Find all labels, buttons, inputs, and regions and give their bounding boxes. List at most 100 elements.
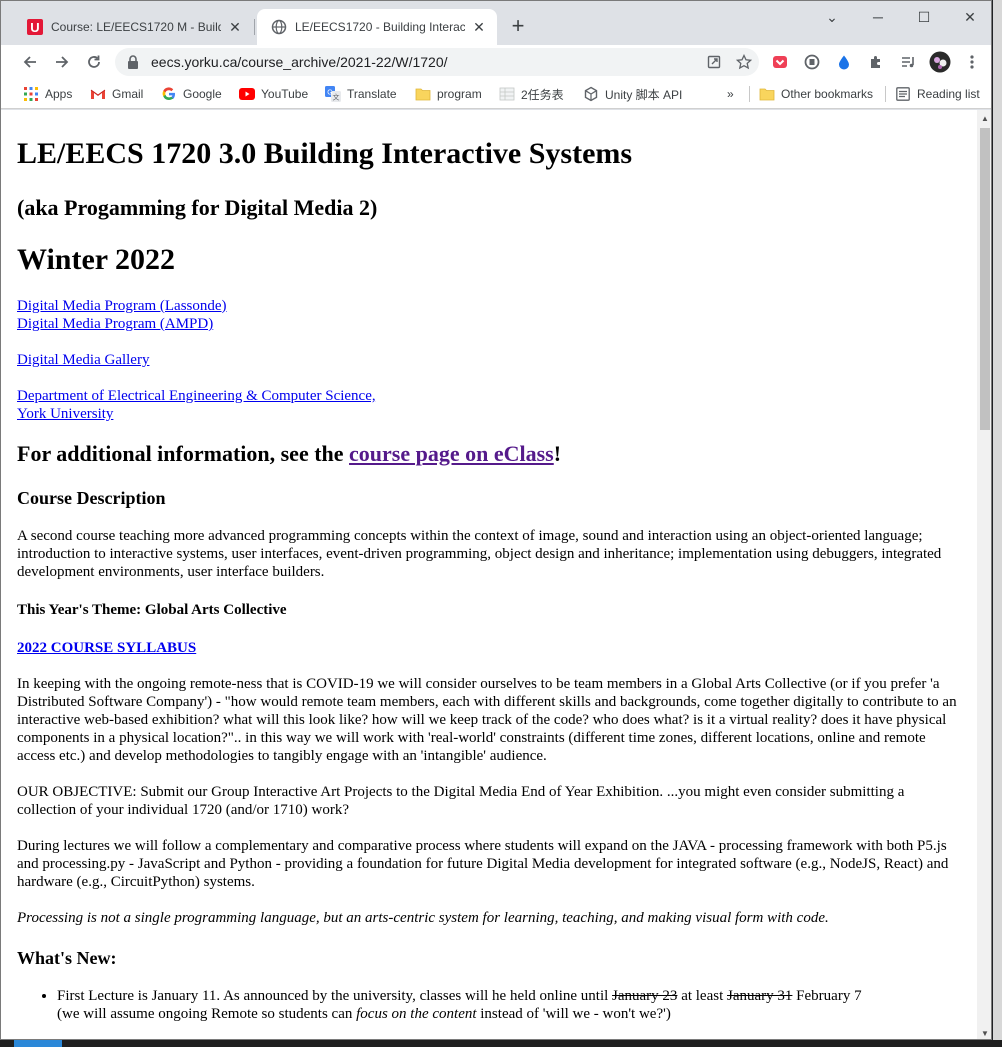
- link-dm-ampd[interactable]: Digital Media Program (AMPD): [17, 316, 213, 332]
- scroll-down-arrow-icon[interactable]: ▼: [977, 1025, 991, 1039]
- folder-icon: [415, 86, 431, 102]
- link-eecs-dept[interactable]: Department of Electrical Engineering & C…: [17, 388, 376, 422]
- bookmark-label: Other bookmarks: [781, 87, 874, 101]
- page-viewport: LE/EECS 1720 3.0 Building Interactive Sy…: [1, 110, 977, 1039]
- term-heading: Winter 2022: [17, 243, 176, 276]
- globe-icon: [271, 19, 287, 35]
- kebab-menu-icon[interactable]: [961, 51, 983, 73]
- bookmark-label: Translate: [347, 87, 397, 101]
- tab-eecs1720[interactable]: LE/EECS1720 - Building Interactiv ✕: [257, 9, 497, 45]
- bookmark-translate[interactable]: G文 Translate: [325, 85, 397, 103]
- folder-icon: [759, 86, 775, 102]
- tab-search-icon[interactable]: ⌄: [809, 5, 855, 29]
- close-tab-icon[interactable]: ✕: [227, 19, 243, 35]
- page-scrollbar[interactable]: ▲ ▼: [977, 110, 991, 1039]
- gmail-icon: [90, 86, 106, 102]
- extensions-puzzle-icon[interactable]: [865, 51, 887, 73]
- taskbar-app-icon[interactable]: [14, 1040, 62, 1047]
- syllabus-link-group: 2022 COURSE SYLLABUS: [17, 639, 961, 657]
- bookmark-label: Apps: [45, 87, 73, 101]
- bookmark-program[interactable]: program: [415, 85, 482, 103]
- processing-quote: Processing is not a single programming l…: [17, 910, 829, 926]
- page-title: LE/EECS 1720 3.0 Building Interactive Sy…: [17, 137, 633, 170]
- reload-icon[interactable]: [81, 49, 107, 75]
- bookmark-label: program: [437, 87, 482, 101]
- maximize-button[interactable]: ☐: [901, 5, 947, 29]
- bookmark-google[interactable]: Google: [161, 85, 222, 103]
- lock-icon[interactable]: [127, 55, 143, 69]
- sheet-icon: [499, 86, 515, 102]
- address-bar[interactable]: eecs.yorku.ca/course_archive/2021-22/W/1…: [115, 48, 759, 76]
- bookmark-star-icon[interactable]: [729, 54, 759, 70]
- bookmark-label: Gmail: [112, 87, 144, 101]
- reading-list-icon: [895, 86, 911, 102]
- paragraph-objective: OUR OBJECTIVE: Submit our Group Interact…: [17, 784, 905, 818]
- media-queue-icon[interactable]: [897, 51, 919, 73]
- pocket-extension-icon[interactable]: [769, 51, 791, 73]
- bookmark-label: Unity 脚本 API: [605, 87, 683, 102]
- bookmark-apps[interactable]: Apps: [23, 85, 72, 103]
- back-arrow-icon[interactable]: [17, 49, 43, 75]
- scroll-up-arrow-icon[interactable]: ▲: [977, 110, 991, 126]
- extension-circle-icon[interactable]: [801, 51, 823, 73]
- paragraph-remote-collective: In keeping with the ongoing remote-ness …: [17, 676, 957, 764]
- close-tab-icon[interactable]: ✕: [471, 19, 487, 35]
- share-icon[interactable]: [699, 55, 729, 69]
- tab-eclass-course[interactable]: U Course: LE/EECS1720 M - Building ✕: [13, 9, 253, 45]
- new-tab-button[interactable]: +: [506, 15, 530, 39]
- bookmark-reading-list[interactable]: Reading list: [895, 85, 980, 103]
- minimize-button[interactable]: ─: [855, 5, 901, 29]
- translate-icon: G文: [325, 86, 341, 102]
- struck-date: January 23: [612, 988, 678, 1004]
- theme-heading: This Year's Theme: Global Arts Collectiv…: [17, 602, 287, 618]
- bookmark-other-bookmarks[interactable]: Other bookmarks: [759, 85, 873, 103]
- bookmark-label: 2任务表: [521, 87, 564, 102]
- url-text[interactable]: eecs.yorku.ca/course_archive/2021-22/W/1…: [151, 54, 699, 70]
- browser-toolbar: eecs.yorku.ca/course_archive/2021-22/W/1…: [1, 45, 991, 79]
- apps-grid-icon: [23, 86, 39, 102]
- bookmark-task-sheet[interactable]: 2任务表: [499, 85, 564, 103]
- info-suffix: !: [553, 441, 562, 466]
- bookmarks-overflow-button[interactable]: »: [727, 85, 734, 103]
- bookmark-label: Reading list: [917, 87, 980, 101]
- dept-link-line2: York University: [17, 406, 114, 422]
- course-description-text: A second course teaching more advanced p…: [17, 528, 942, 580]
- news-text: February 7: [792, 988, 862, 1004]
- dept-link-line1: Department of Electrical Engineering & C…: [17, 388, 376, 404]
- scrollbar-thumb[interactable]: [980, 128, 990, 430]
- additional-info-heading: For additional information, see the cour…: [17, 441, 961, 467]
- desktop-background: [993, 0, 1002, 1040]
- tab-title: Course: LE/EECS1720 M - Building: [51, 20, 221, 34]
- news-text: instead of 'will we - won't we?'): [476, 1006, 671, 1022]
- paragraph-lectures: During lectures we will follow a complem…: [17, 838, 949, 890]
- dept-link-group: Department of Electrical Engineering & C…: [17, 387, 961, 423]
- gallery-link-group: Digital Media Gallery: [17, 351, 961, 369]
- page-subtitle: (aka Progamming for Digital Media 2): [17, 195, 378, 220]
- link-dm-gallery[interactable]: Digital Media Gallery: [17, 352, 149, 368]
- profile-avatar[interactable]: [929, 51, 951, 73]
- link-dm-lassonde[interactable]: Digital Media Program (Lassonde): [17, 298, 227, 314]
- news-text: (we will assume ongoing Remote so studen…: [57, 1006, 357, 1022]
- link-eclass-course-page[interactable]: course page on eClass: [349, 441, 554, 466]
- bookmark-label: Google: [183, 87, 222, 101]
- water-drop-extension-icon[interactable]: [833, 51, 855, 73]
- bookmark-unity-api[interactable]: Unity 脚本 API: [583, 85, 682, 103]
- tab-divider: [254, 19, 255, 35]
- svg-text:U: U: [30, 20, 39, 35]
- whats-new-heading: What's New:: [17, 948, 117, 968]
- news-list: First Lecture is January 11. As announce…: [17, 987, 961, 1023]
- bookmark-youtube[interactable]: YouTube: [239, 85, 308, 103]
- unity-icon: [583, 86, 599, 102]
- paragraph-processing-quote: Processing is not a single programming l…: [17, 909, 961, 927]
- course-description-heading: Course Description: [17, 488, 166, 508]
- svg-text:文: 文: [333, 93, 340, 102]
- info-prefix: For additional information, see the: [17, 441, 350, 466]
- bookmarks-divider: [885, 86, 886, 102]
- taskbar: [0, 1040, 1002, 1047]
- bookmark-gmail[interactable]: Gmail: [90, 85, 143, 103]
- close-window-button[interactable]: ✕: [947, 5, 991, 29]
- forward-arrow-icon[interactable]: [49, 49, 75, 75]
- bookmarks-bar: Apps Gmail Google YouTube G文 Translate p…: [1, 79, 991, 109]
- link-course-syllabus[interactable]: 2022 COURSE SYLLABUS: [17, 640, 196, 656]
- chevron-double-right-icon: »: [727, 87, 734, 101]
